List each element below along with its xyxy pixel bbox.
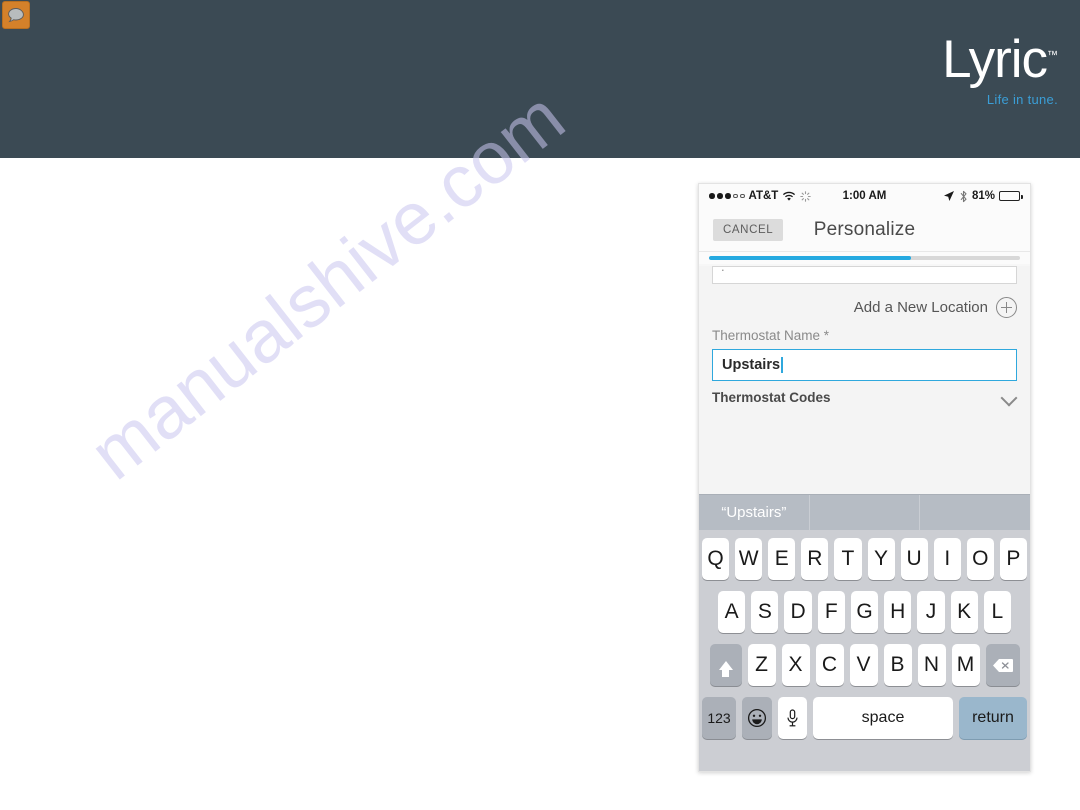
key-w[interactable]: W bbox=[735, 538, 763, 580]
key-r[interactable]: R bbox=[801, 538, 829, 580]
key-i[interactable]: I bbox=[933, 538, 961, 580]
smiley-face-icon[interactable] bbox=[742, 697, 772, 739]
key-x[interactable]: X bbox=[781, 644, 810, 686]
lyric-logo: Lyric™ Life in tune. bbox=[942, 33, 1058, 107]
key-j[interactable]: J bbox=[917, 591, 945, 633]
key-a[interactable]: A bbox=[718, 591, 746, 633]
app-nav-bar: CANCEL Personalize bbox=[699, 208, 1030, 252]
key-e[interactable]: E bbox=[768, 538, 796, 580]
keyboard-row-1: QWERTYUIOP bbox=[702, 538, 1027, 580]
location-field-partial-text: . bbox=[721, 266, 725, 274]
key-z[interactable]: Z bbox=[747, 644, 776, 686]
key-h[interactable]: H bbox=[884, 591, 912, 633]
key-y[interactable]: Y bbox=[867, 538, 895, 580]
space-key[interactable]: space bbox=[813, 697, 953, 739]
add-new-location-row[interactable]: Add a New Location bbox=[712, 284, 1017, 328]
thermostat-codes-label: Thermostat Codes bbox=[712, 390, 831, 405]
setup-progress bbox=[699, 252, 1030, 264]
battery-icon bbox=[999, 191, 1023, 201]
key-p[interactable]: P bbox=[999, 538, 1027, 580]
logo-tagline: Life in tune. bbox=[986, 92, 1058, 107]
keyboard-row-2: ASDFGHJKL bbox=[702, 591, 1027, 633]
ios-status-bar: AT&T 1:00 AM 81% bbox=[699, 184, 1030, 208]
key-m[interactable]: M bbox=[951, 644, 980, 686]
keyboard-suggestion-bar: “Upstairs” bbox=[699, 494, 1030, 530]
speech-bubble-icon[interactable] bbox=[2, 1, 30, 29]
return-key[interactable]: return bbox=[959, 697, 1027, 739]
trademark-symbol: ™ bbox=[1047, 49, 1058, 62]
text-caret bbox=[781, 357, 783, 373]
key-n[interactable]: N bbox=[917, 644, 946, 686]
thermostat-name-value: Upstairs bbox=[722, 357, 781, 373]
brand-header: Lyric™ Life in tune. bbox=[0, 0, 1080, 158]
key-g[interactable]: G bbox=[850, 591, 879, 633]
key-t[interactable]: T bbox=[834, 538, 862, 580]
key-u[interactable]: U bbox=[900, 538, 928, 580]
location-field-cutoff[interactable]: . bbox=[712, 266, 1017, 284]
ios-keyboard: QWERTYUIOP ASDFGHJKL ZXCVBNM 123 space r… bbox=[699, 530, 1030, 771]
plus-circle-icon[interactable] bbox=[996, 297, 1017, 318]
phone-screenshot: AT&T 1:00 AM 81% CANCEL Personalize . Ad… bbox=[698, 183, 1031, 772]
cancel-button[interactable]: CANCEL bbox=[713, 218, 784, 241]
key-c[interactable]: C bbox=[815, 644, 844, 686]
microphone-icon[interactable] bbox=[778, 697, 807, 739]
suggestion-item[interactable] bbox=[808, 495, 920, 530]
shift-arrow-icon[interactable] bbox=[709, 644, 742, 686]
thermostat-name-label: Thermostat Name * bbox=[712, 328, 830, 343]
key-f[interactable]: F bbox=[817, 591, 845, 633]
backspace-icon[interactable] bbox=[985, 644, 1020, 686]
keyboard-row-4: 123 space return bbox=[702, 697, 1027, 739]
personalize-form: . Add a New Location Thermostat Name * U… bbox=[699, 266, 1030, 494]
key-s[interactable]: S bbox=[751, 591, 779, 633]
logo-text: Lyric bbox=[942, 30, 1048, 89]
key-v[interactable]: V bbox=[849, 644, 878, 686]
suggestion-item[interactable]: “Upstairs” bbox=[699, 495, 809, 530]
key-k[interactable]: K bbox=[950, 591, 978, 633]
progress-fill bbox=[709, 256, 912, 260]
keyboard-row-3: ZXCVBNM bbox=[702, 644, 1027, 686]
thermostat-codes-row[interactable]: Thermostat Codes bbox=[712, 381, 1017, 405]
key-q[interactable]: Q bbox=[702, 538, 730, 580]
page-root: Lyric™ Life in tune. manualshive.com AT&… bbox=[0, 0, 1080, 810]
status-bar-clock: 1:00 AM bbox=[842, 190, 887, 202]
thermostat-name-input[interactable]: Upstairs bbox=[712, 349, 1017, 381]
chevron-down-icon[interactable] bbox=[1002, 390, 1017, 405]
suggestion-item[interactable] bbox=[919, 495, 1030, 530]
numbers-key[interactable]: 123 bbox=[702, 697, 736, 739]
add-new-location-label: Add a New Location bbox=[853, 299, 988, 316]
key-l[interactable]: L bbox=[983, 591, 1011, 633]
key-o[interactable]: O bbox=[966, 538, 994, 580]
key-b[interactable]: B bbox=[883, 644, 912, 686]
logo-wordmark: Lyric™ bbox=[942, 33, 1058, 86]
key-d[interactable]: D bbox=[784, 591, 812, 633]
progress-track bbox=[709, 256, 1020, 260]
